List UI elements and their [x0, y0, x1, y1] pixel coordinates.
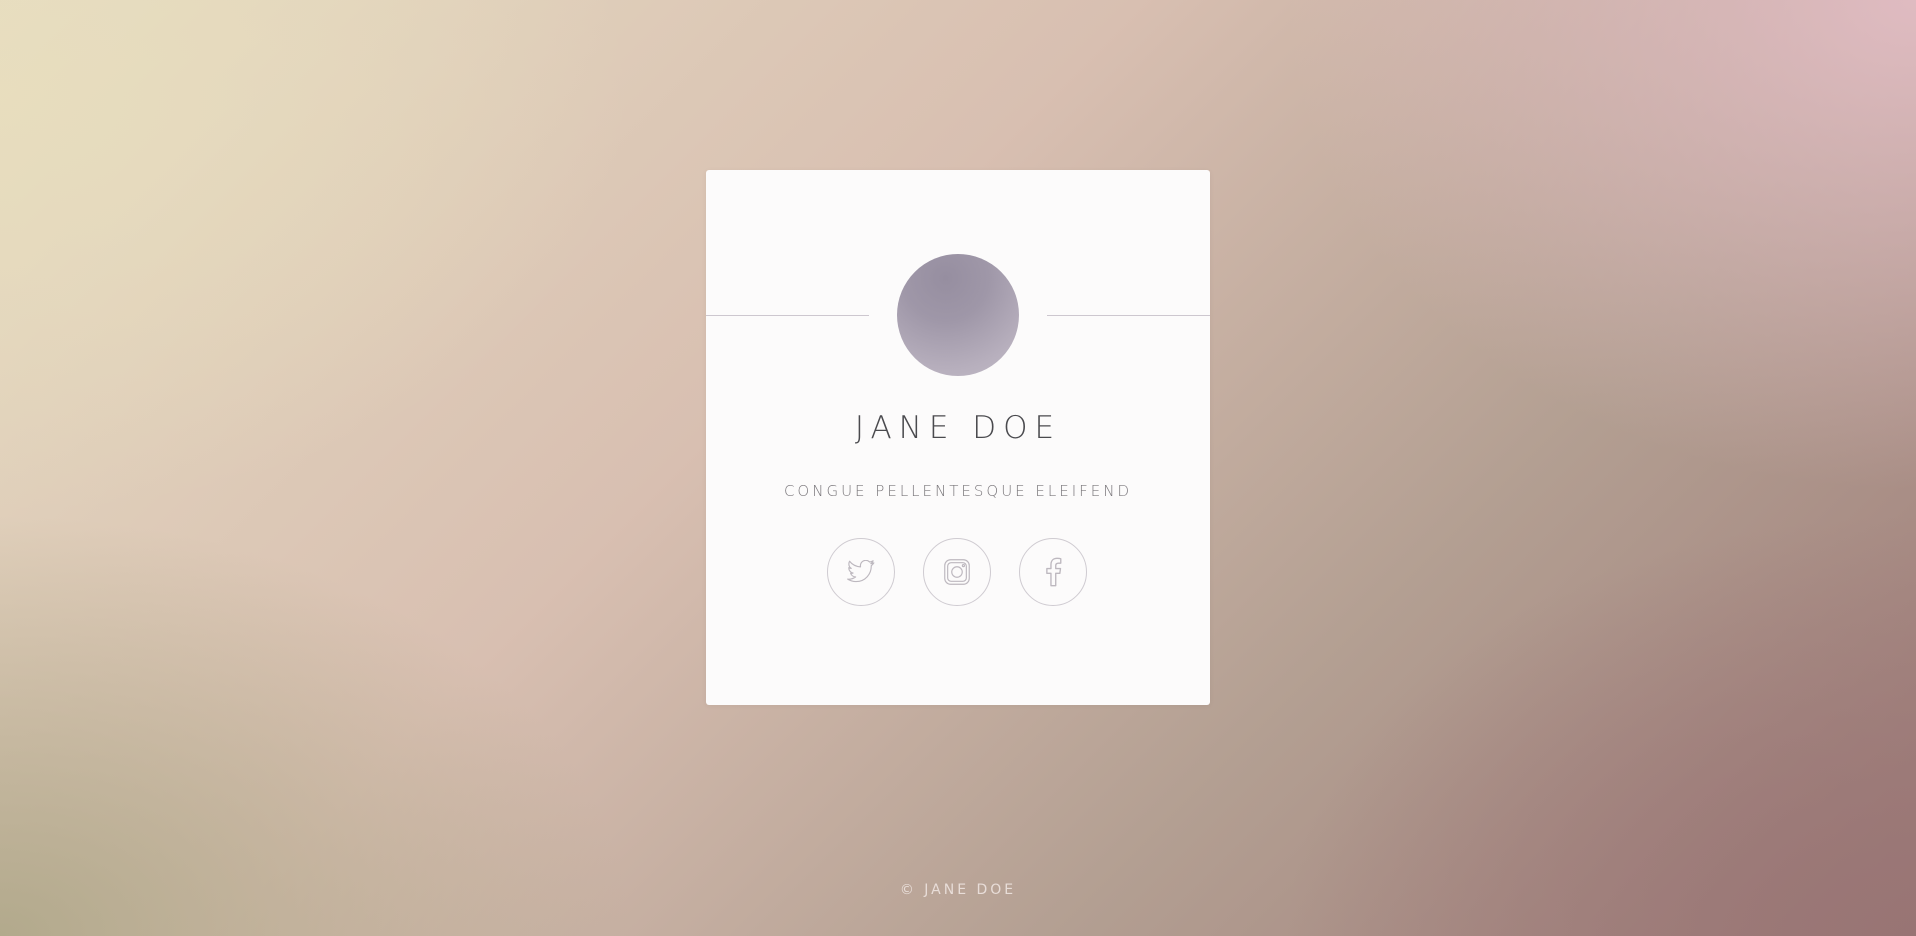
instagram-camera-icon: [943, 558, 971, 586]
profile-name: JANE DOE: [854, 410, 1062, 446]
avatar: [897, 254, 1019, 376]
profile-tagline: CONGUE PELLENTESQUE ELEIFEND: [783, 482, 1133, 500]
footer-copyright: © JANE DOE: [899, 882, 1017, 898]
twitter-link[interactable]: [827, 538, 895, 606]
facebook-link[interactable]: [1019, 538, 1087, 606]
facebook-f-icon: [1044, 557, 1062, 587]
twitter-bird-icon: [847, 560, 875, 584]
divider-left: [706, 315, 869, 316]
instagram-link[interactable]: [923, 538, 991, 606]
divider-right: [1047, 315, 1210, 316]
profile-card: JANE DOE CONGUE PELLENTESQUE ELEIFEND: [706, 170, 1210, 705]
